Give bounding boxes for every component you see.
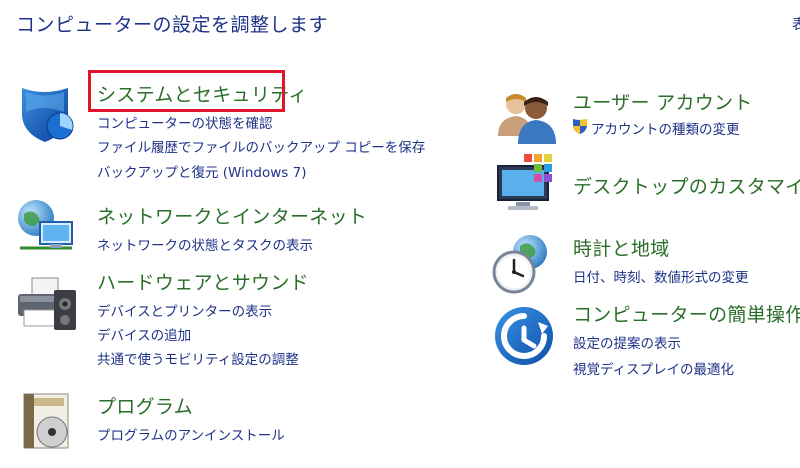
link-add-device[interactable]: デバイスの追加: [97, 324, 191, 344]
category-title-network[interactable]: ネットワークとインターネット: [97, 202, 367, 229]
link-mobility-settings[interactable]: 共通で使うモビリティ設定の調整: [97, 348, 299, 368]
link-suggested-settings[interactable]: 設定の提案の表示: [573, 332, 681, 352]
printer-icon[interactable]: [14, 274, 78, 338]
category-title-programs[interactable]: プログラム: [97, 392, 193, 419]
category-title-appearance[interactable]: デスクトップのカスタマイズ: [573, 172, 800, 199]
link-change-date-time[interactable]: 日付、時刻、数値形式の変更: [573, 266, 749, 286]
link-file-history[interactable]: ファイル履歴でファイルのバックアップ コピーを保存: [97, 136, 425, 156]
link-network-status[interactable]: ネットワークの状態とタスクの表示: [97, 234, 313, 254]
link-backup-restore[interactable]: バックアップと復元 (Windows 7): [97, 161, 306, 181]
link-optimize-display[interactable]: 視覚ディスプレイの最適化: [573, 358, 734, 378]
link-uninstall-program[interactable]: プログラムのアンインストール: [97, 424, 285, 444]
page-title: コンピューターの設定を調整します: [16, 14, 329, 36]
highlight-box: [88, 70, 285, 112]
category-title-ease-of-access[interactable]: コンピューターの簡単操作: [573, 300, 800, 327]
view-by-label[interactable]: 表: [792, 14, 800, 34]
users-icon[interactable]: [496, 86, 560, 150]
link-change-account-type[interactable]: アカウントの種類の変更: [591, 118, 740, 138]
shield-icon[interactable]: [14, 82, 78, 146]
uac-shield-icon: [573, 119, 587, 134]
programs-icon[interactable]: [18, 390, 82, 454]
category-title-user-accounts[interactable]: ユーザー アカウント: [573, 88, 753, 115]
link-check-status[interactable]: コンピューターの状態を確認: [97, 112, 273, 132]
network-globe-icon[interactable]: [14, 196, 78, 260]
clock-globe-icon[interactable]: [490, 232, 554, 296]
link-devices-printers[interactable]: デバイスとプリンターの表示: [97, 300, 272, 320]
category-title-clock-region[interactable]: 時計と地域: [573, 234, 670, 261]
monitor-colors-icon[interactable]: [494, 152, 558, 216]
category-title-hardware[interactable]: ハードウェアとサウンド: [97, 268, 309, 295]
ease-of-access-icon[interactable]: [492, 304, 556, 368]
